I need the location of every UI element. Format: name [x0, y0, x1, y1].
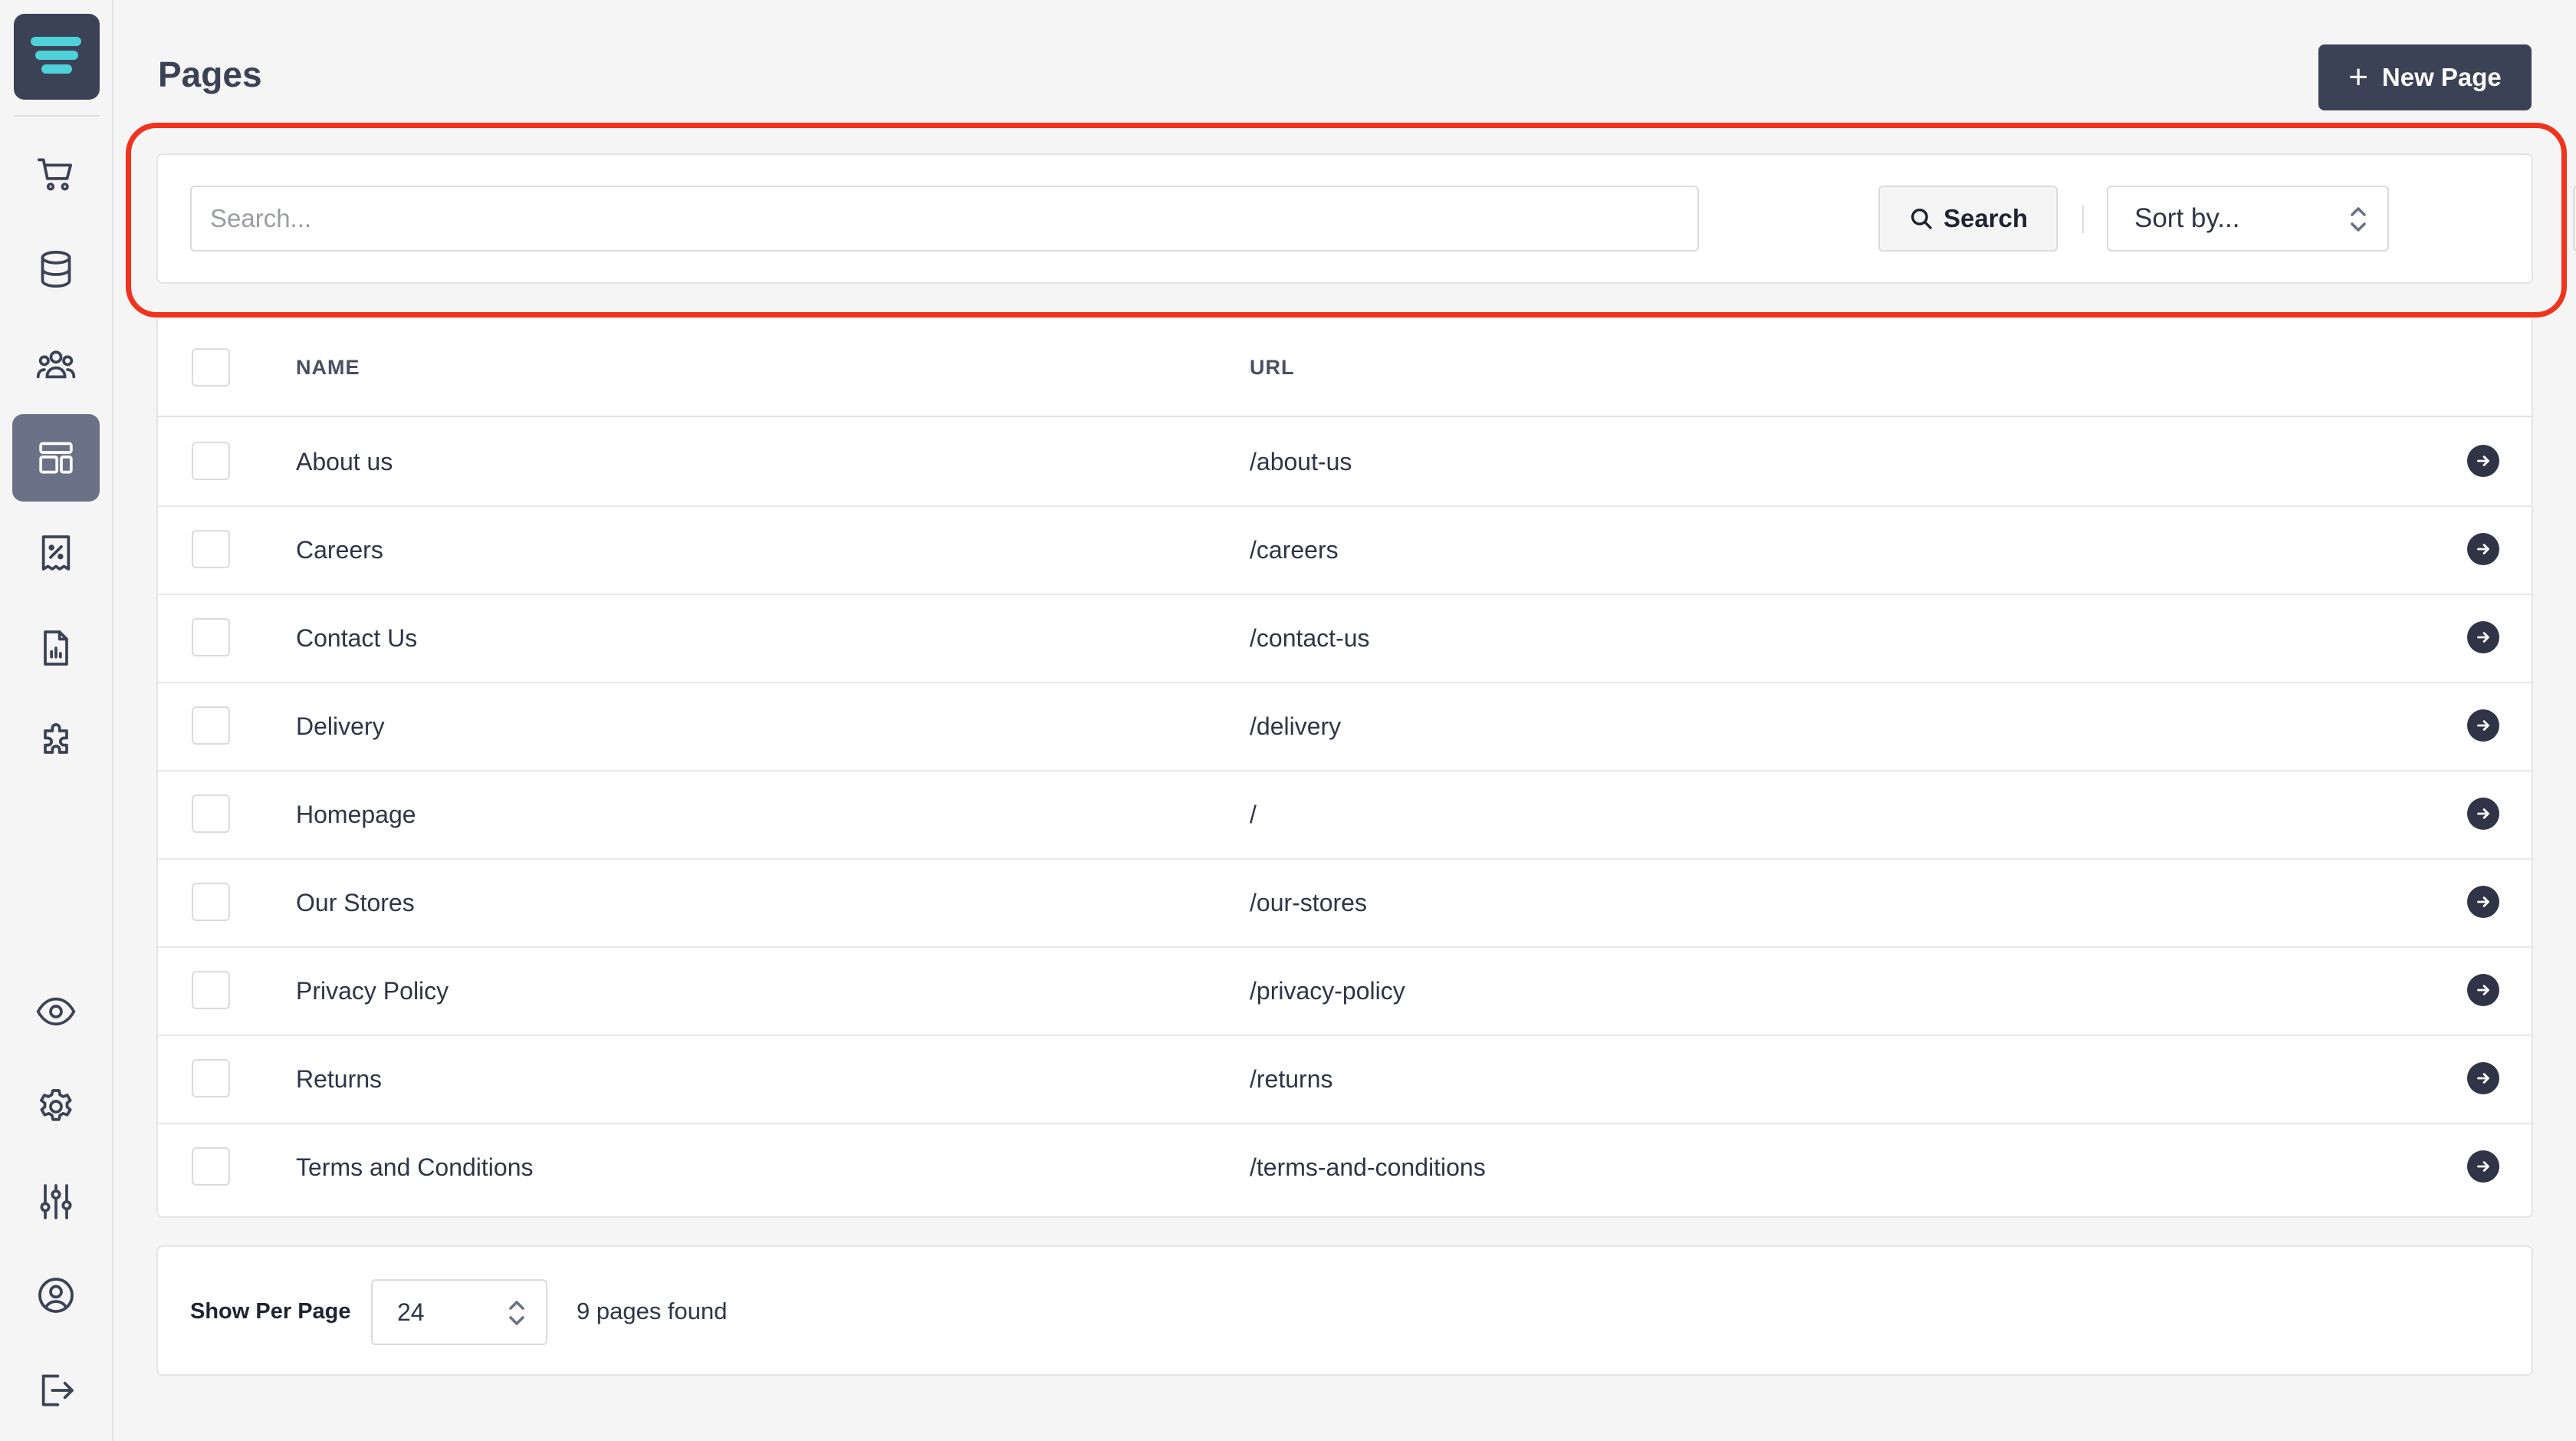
table-row[interactable]: Terms and Conditions/terms-and-condition… [158, 1124, 2532, 1212]
open-row-arrow-icon[interactable] [2467, 886, 2499, 918]
row-checkbox[interactable] [192, 795, 230, 833]
row-name: Delivery [296, 712, 385, 740]
page-title: Pages [158, 54, 262, 94]
row-name: Careers [296, 536, 383, 564]
row-checkbox[interactable] [192, 706, 230, 745]
per-page-value: 24 [397, 1298, 425, 1326]
row-checkbox[interactable] [192, 442, 230, 480]
receipt-percent-icon [41, 535, 71, 571]
user-circle-icon [38, 1278, 74, 1313]
new-page-button[interactable]: + New Page [2318, 44, 2532, 110]
table-row[interactable]: Careers/careers [158, 507, 2532, 595]
per-page-label: Show Per Page [190, 1299, 351, 1324]
row-url: /privacy-policy [1250, 977, 1405, 1005]
logout-icon [41, 1374, 74, 1406]
open-row-arrow-icon[interactable] [2467, 709, 2499, 742]
row-url: /terms-and-conditions [1250, 1153, 1486, 1181]
open-row-arrow-icon[interactable] [2467, 798, 2499, 830]
gear-icon [40, 1089, 72, 1121]
row-name: Homepage [296, 801, 416, 828]
layout-icon [39, 442, 73, 474]
users-icon [36, 350, 76, 379]
sliders-icon [40, 1184, 72, 1219]
row-checkbox[interactable] [192, 971, 230, 1009]
nav-item-extensions[interactable] [12, 698, 100, 785]
row-url: /careers [1250, 536, 1339, 564]
view-toggle-button[interactable] [2573, 186, 2576, 252]
row-name: Privacy Policy [296, 977, 449, 1005]
pagination-footer: Show Per Page 24 9 pages found [156, 1245, 2533, 1376]
sidebar [0, 0, 113, 1441]
report-icon [44, 630, 68, 666]
row-name: Our Stores [296, 889, 415, 916]
select-all-checkbox[interactable] [192, 348, 230, 387]
row-name: About us [296, 448, 393, 475]
table-row[interactable]: Returns/returns [158, 1036, 2532, 1124]
table-row[interactable]: Our Stores/our-stores [158, 860, 2532, 948]
row-url: / [1250, 801, 1257, 828]
per-page-select[interactable]: 24 [371, 1279, 547, 1345]
open-row-arrow-icon[interactable] [2467, 1062, 2499, 1094]
row-checkbox[interactable] [192, 530, 230, 568]
puzzle-icon [44, 723, 68, 754]
open-row-arrow-icon[interactable] [2467, 621, 2499, 653]
table-header: NAME URL [158, 319, 2532, 417]
nav-item-discounts[interactable] [12, 509, 100, 597]
row-url: /about-us [1250, 448, 1352, 475]
row-checkbox[interactable] [192, 883, 230, 921]
results-count: 9 pages found [577, 1298, 728, 1324]
nav-item-database[interactable] [12, 225, 100, 313]
row-url: /returns [1250, 1065, 1333, 1093]
database-icon [41, 250, 71, 288]
table-row[interactable]: Homepage / [158, 771, 2532, 860]
nav-item-preview[interactable] [12, 968, 100, 1055]
nav-item-settings[interactable] [12, 1063, 100, 1150]
nav-item-reports[interactable] [12, 604, 100, 692]
cart-icon [37, 158, 72, 191]
highlight-annotation [126, 123, 2567, 317]
column-header-name: NAME [296, 356, 360, 379]
column-header-url: URL [1250, 356, 1295, 379]
eye-icon [36, 997, 76, 1026]
stacked-bars-logo-icon [31, 37, 81, 74]
table-row[interactable]: Delivery/delivery [158, 683, 2532, 771]
row-checkbox[interactable] [192, 618, 230, 656]
app-logo[interactable] [14, 14, 100, 100]
nav-item-customers[interactable] [12, 321, 100, 408]
row-url: /contact-us [1250, 624, 1370, 652]
new-page-button-label: New Page [2381, 63, 2502, 91]
row-checkbox[interactable] [192, 1059, 230, 1097]
plus-icon: + [2348, 58, 2368, 96]
chevron-updown-icon [509, 1301, 524, 1325]
nav-item-filters[interactable] [12, 1158, 100, 1245]
logo-divider [14, 115, 100, 117]
open-row-arrow-icon[interactable] [2467, 445, 2499, 477]
row-name: Terms and Conditions [296, 1153, 534, 1181]
nav-item-logout[interactable] [12, 1347, 100, 1434]
open-row-arrow-icon[interactable] [2467, 974, 2499, 1006]
open-row-arrow-icon[interactable] [2467, 1150, 2499, 1183]
table-row[interactable]: Contact Us/contact-us [158, 595, 2532, 683]
row-name: Returns [296, 1065, 383, 1093]
row-name: Contact Us [296, 624, 418, 652]
table-row[interactable]: Privacy Policy/privacy-policy [158, 948, 2532, 1036]
row-url: /our-stores [1250, 889, 1367, 916]
open-row-arrow-icon[interactable] [2467, 533, 2499, 565]
row-url: /delivery [1250, 712, 1342, 740]
nav-item-orders[interactable] [12, 130, 100, 218]
row-checkbox[interactable] [192, 1147, 230, 1186]
table-row[interactable]: About us/about-us [158, 419, 2532, 507]
nav-item-account[interactable] [12, 1252, 100, 1339]
nav-item-pages[interactable] [12, 414, 100, 502]
pages-table: NAME URL About us/about-us Careers/career… [156, 319, 2533, 1218]
